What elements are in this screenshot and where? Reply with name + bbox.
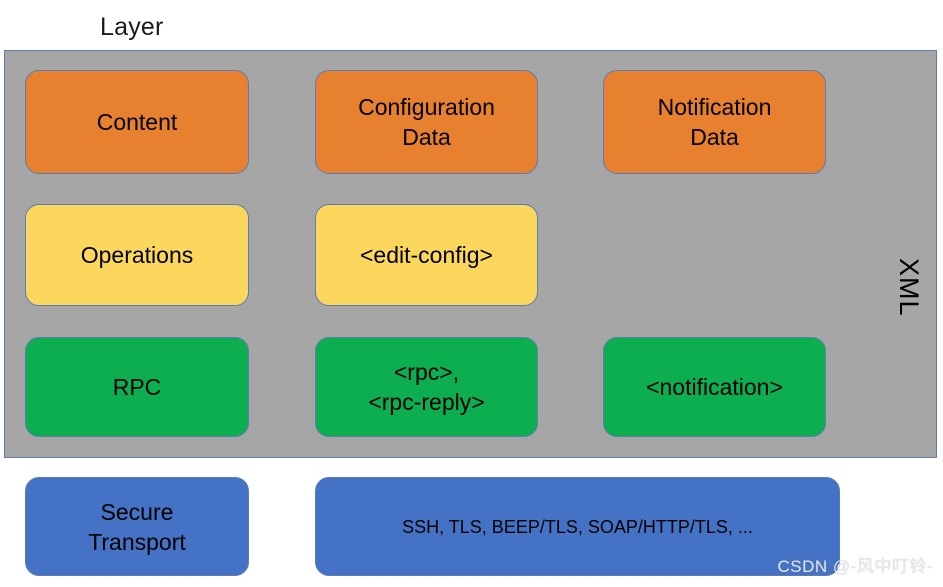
page-title: Layer bbox=[100, 13, 164, 41]
configuration-data-box: Configuration Data bbox=[315, 70, 538, 174]
secure-transport-box: Secure Transport bbox=[25, 477, 249, 576]
edit-config-box: <edit-config> bbox=[315, 204, 538, 306]
rpc-reply-box: <rpc>, <rpc-reply> bbox=[315, 337, 538, 437]
diagram-canvas: Layer XML Content Configuration Data Not… bbox=[0, 0, 943, 587]
content-layer-box: Content bbox=[25, 70, 249, 174]
notification-data-box: Notification Data bbox=[603, 70, 826, 174]
transport-protocols-box: SSH, TLS, BEEP/TLS, SOAP/HTTP/TLS, ... bbox=[315, 477, 840, 576]
notification-box: <notification> bbox=[603, 337, 826, 437]
rpc-layer-box: RPC bbox=[25, 337, 249, 437]
xml-side-label: XML bbox=[894, 257, 924, 317]
operations-layer-box: Operations bbox=[25, 204, 249, 306]
